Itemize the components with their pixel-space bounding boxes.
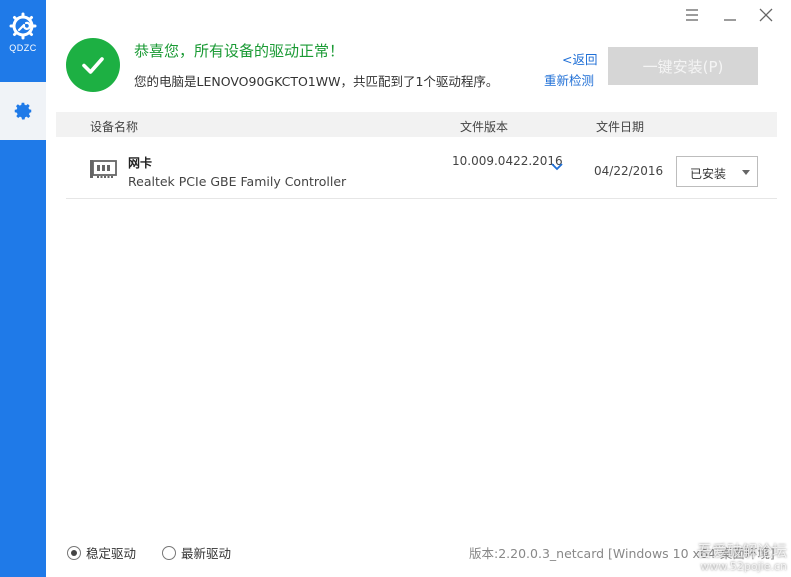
radio-button[interactable] [162, 545, 176, 560]
watermark-line2: www.52pojie.cn [700, 560, 787, 573]
column-header-file-date: 文件日期 [596, 120, 645, 134]
watermark-line1: 吾爱破解论坛 [696, 542, 787, 560]
minimize-icon [724, 19, 736, 21]
chevron-down-icon[interactable] [550, 162, 564, 172]
back-link[interactable]: <返回 [562, 49, 597, 68]
status-detail: 您的电脑是LENOVO90GKCTO1WW，共匹配到了1个驱动程序。 [134, 74, 499, 89]
recheck-link[interactable]: 重新检测 [544, 70, 594, 89]
radio-stable-driver[interactable]: 稳定驱动 [67, 543, 136, 562]
minimize-button[interactable] [718, 4, 742, 26]
close-icon [759, 8, 773, 22]
watermark: 吾爱破解论坛 www.52pojie.cn [697, 543, 787, 575]
app-logo: QDZC [0, 0, 46, 78]
radio-label: 稳定驱动 [86, 546, 137, 561]
success-check-icon [66, 38, 120, 92]
column-header-file-version: 文件版本 [460, 120, 509, 134]
menu-button[interactable] [680, 4, 704, 26]
gear-wrench-logo-icon [9, 12, 37, 40]
one-click-install-button[interactable]: 一键安装(P) [608, 47, 758, 85]
status-title: 恭喜您，所有设备的驱动正常！ [134, 42, 345, 60]
install-status-dropdown[interactable]: 已安装 [676, 156, 758, 187]
network-card-icon [90, 160, 117, 178]
driver-date: 04/22/2016 [594, 164, 664, 178]
table-row: 网卡 Realtek PCIe GBE Family Controller 10… [66, 142, 777, 199]
driver-version: 10.009.0422.2016 [452, 154, 563, 168]
radio-button[interactable] [67, 545, 81, 560]
radio-label: 最新驱动 [181, 546, 232, 561]
gear-icon [14, 102, 32, 120]
column-header-device-name: 设备名称 [90, 120, 139, 134]
device-name: Realtek PCIe GBE Family Controller [128, 174, 347, 189]
device-type: 网卡 [128, 156, 153, 170]
sidebar: QDZC [0, 0, 46, 577]
sidebar-item-settings[interactable] [0, 82, 46, 140]
logo-text: QDZC [9, 43, 37, 53]
table-header: 设备名称 文件版本 文件日期 [56, 112, 777, 137]
close-button[interactable] [754, 4, 778, 26]
install-status-value: 已安装 [690, 167, 727, 181]
menu-icon [686, 9, 698, 21]
caret-down-icon [742, 170, 750, 175]
radio-latest-driver[interactable]: 最新驱动 [162, 543, 231, 562]
